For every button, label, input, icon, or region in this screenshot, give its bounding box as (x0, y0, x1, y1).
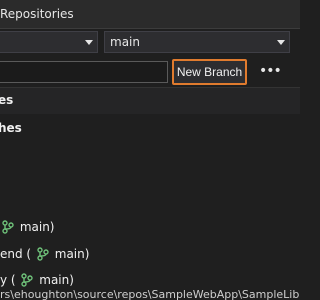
repository-path: rs\ehoughton\source\repos\SampleWebApp\S… (0, 289, 300, 300)
chevron-down-icon[interactable] (277, 40, 285, 45)
more-icon[interactable]: ••• (259, 62, 282, 82)
title-bar: Repositories (0, 0, 300, 29)
branch-item-suffix: main) (39, 273, 74, 287)
branch-item[interactable]: main) (0, 220, 55, 240)
repository-combo[interactable] (0, 31, 98, 53)
chevron-down-icon[interactable] (85, 40, 93, 45)
branch-item-prefix: end ( (0, 247, 32, 261)
branch-filter-input[interactable] (0, 61, 168, 83)
branch-icon (37, 247, 49, 261)
window-title: Repositories (0, 7, 74, 21)
branch-item-prefix: y ( (0, 273, 16, 287)
section-label: es (0, 93, 14, 107)
section-header[interactable]: es (0, 87, 300, 114)
branch-combo-value: main (110, 35, 140, 49)
branch-item-suffix: main) (19, 220, 55, 234)
section-label: hes (0, 121, 22, 135)
branch-icon (21, 273, 34, 287)
branch-item[interactable]: end ( main) (0, 247, 89, 267)
section-header[interactable]: hes (0, 116, 300, 142)
branch-item-suffix: main) (54, 247, 90, 261)
branch-combo[interactable]: main (104, 31, 290, 53)
branch-icon (2, 220, 14, 234)
new-branch-button[interactable]: New Branch (172, 59, 247, 85)
